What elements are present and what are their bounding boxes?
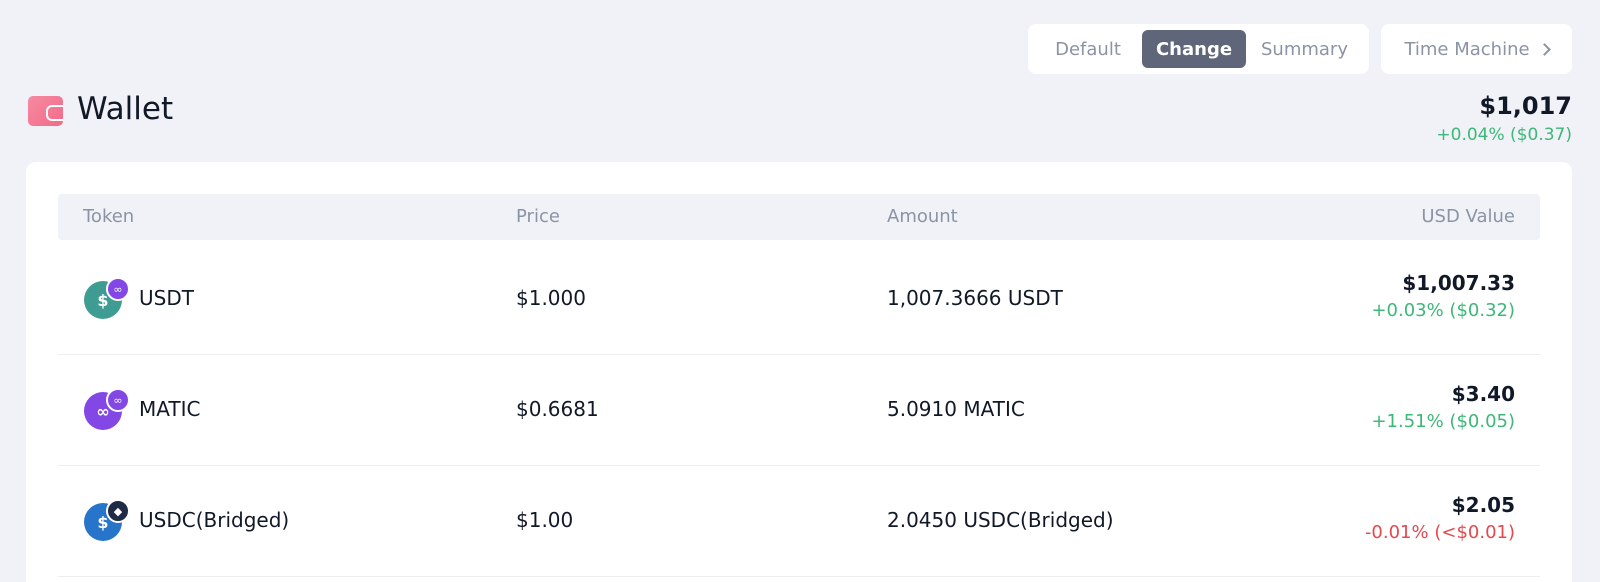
view-toggle: Default Change Summary (1028, 24, 1369, 74)
token-amount: 5.0910 MATIC (887, 397, 1025, 421)
table-row[interactable]: ∞ ∞ MATIC $0.6681 5.0910 MATIC $3.40 +1.… (58, 352, 1540, 466)
chevron-right-icon (1537, 43, 1551, 56)
token-change: -0.01% (<$0.01) (1364, 522, 1515, 543)
token-icon-group: $ ∞ (84, 277, 130, 319)
token-price: $1.000 (516, 286, 586, 310)
token-amount: 2.0450 USDC(Bridged) (887, 508, 1114, 532)
token-price: $0.6681 (516, 397, 599, 421)
toggle-default[interactable]: Default (1034, 30, 1142, 68)
header-usd-value: USD Value (1421, 206, 1515, 227)
table-header: Token Price Amount USD Value (58, 194, 1540, 240)
wallet-total-value: $1,017 (1479, 92, 1572, 120)
bridge-icon: ◆ (106, 499, 130, 523)
token-name: USDT (139, 286, 194, 310)
token-icon-group: ∞ ∞ (84, 388, 130, 430)
token-usd-value: $3.40 (1451, 382, 1515, 406)
table-row[interactable]: $ ∞ USDT $1.000 1,007.3666 USDT $1,007.3… (58, 241, 1540, 355)
token-usd-value: $2.05 (1451, 493, 1515, 517)
table-row[interactable]: $ ◆ USDC(Bridged) $1.00 2.0450 USDC(Brid… (58, 463, 1540, 577)
header-amount: Amount (887, 206, 958, 227)
token-change: +0.03% ($0.32) (1371, 300, 1515, 321)
token-name: MATIC (139, 397, 201, 421)
token-usd-value: $1,007.33 (1402, 271, 1515, 295)
polygon-icon: ∞ (106, 277, 130, 301)
toggle-change[interactable]: Change (1142, 30, 1246, 68)
time-machine-label: Time Machine (1404, 38, 1530, 60)
wallet-icon (28, 96, 63, 126)
wallet-total-change: +0.04% ($0.37) (1436, 125, 1572, 145)
token-name: USDC(Bridged) (139, 508, 290, 532)
header-price: Price (516, 206, 560, 227)
token-icon-group: $ ◆ (84, 499, 130, 541)
header-token: Token (83, 206, 135, 227)
time-machine-button[interactable]: Time Machine (1381, 24, 1572, 74)
wallet-title: Wallet (77, 91, 174, 127)
token-change: +1.51% ($0.05) (1371, 411, 1515, 432)
polygon-icon: ∞ (106, 388, 130, 412)
toggle-summary[interactable]: Summary (1246, 30, 1363, 68)
wallet-card: Token Price Amount USD Value $ ∞ USDT $1… (26, 162, 1572, 582)
token-price: $1.00 (516, 508, 574, 532)
token-amount: 1,007.3666 USDT (887, 286, 1063, 310)
